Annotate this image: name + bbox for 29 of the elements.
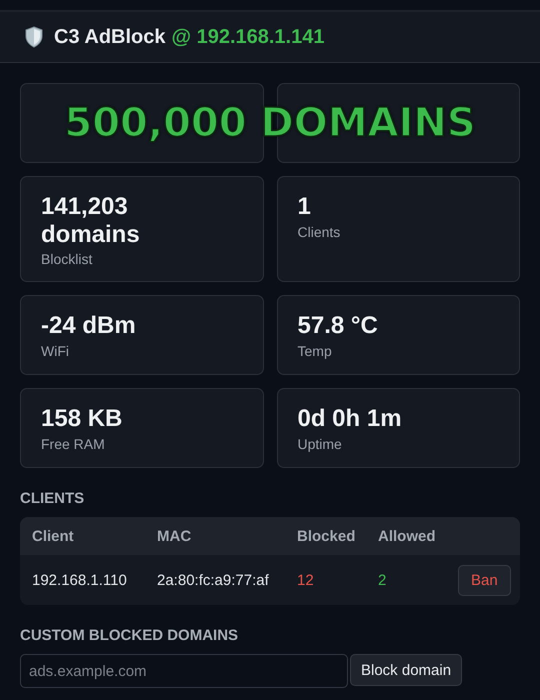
- column-header: MAC: [157, 528, 192, 545]
- column-header: Allowed: [378, 528, 437, 545]
- stat-label: Clients: [298, 224, 342, 240]
- ban-button[interactable]: Ban: [458, 564, 511, 596]
- section-title: CLIENTS: [20, 490, 86, 508]
- stat-value: 1: [298, 193, 312, 221]
- column-header: Blocked: [297, 528, 356, 545]
- app-title: C3 AdBlock: [54, 26, 166, 48]
- stat-label: Free RAM: [41, 436, 106, 452]
- table-cell-text: 2a:80:fc:a9:77:af: [157, 572, 270, 589]
- block-domain-button[interactable]: Block domain: [350, 654, 462, 686]
- stat-value: 158 KB: [41, 405, 124, 433]
- stat-label: Blocklist: [41, 251, 94, 268]
- stat-label: Uptime: [298, 436, 343, 452]
- stat-label: WiFi: [41, 342, 70, 359]
- caption-overlay: 500,000 DOMAINS: [64, 101, 476, 145]
- table-cell-text: 2: [378, 572, 388, 589]
- section-title: CUSTOM BLOCKED DOMAINS: [20, 627, 240, 644]
- stat-value: 141,203 domains: [41, 193, 141, 248]
- stat-value: -24 dBm: [41, 312, 137, 340]
- table-cell-text: 192.168.1.110: [32, 572, 128, 589]
- domain-input-field[interactable]: ads.example.com: [20, 654, 348, 688]
- stat-value: 0d 0h 1m: [298, 405, 403, 433]
- table-cell-text: 12: [297, 572, 315, 589]
- stat-label: Temp: [298, 342, 333, 359]
- stat-value: 57.8 °C: [298, 312, 379, 340]
- column-header: Client: [32, 528, 75, 545]
- shield-icon: [24, 26, 44, 48]
- device-address: @ 192.168.1.141: [172, 26, 324, 48]
